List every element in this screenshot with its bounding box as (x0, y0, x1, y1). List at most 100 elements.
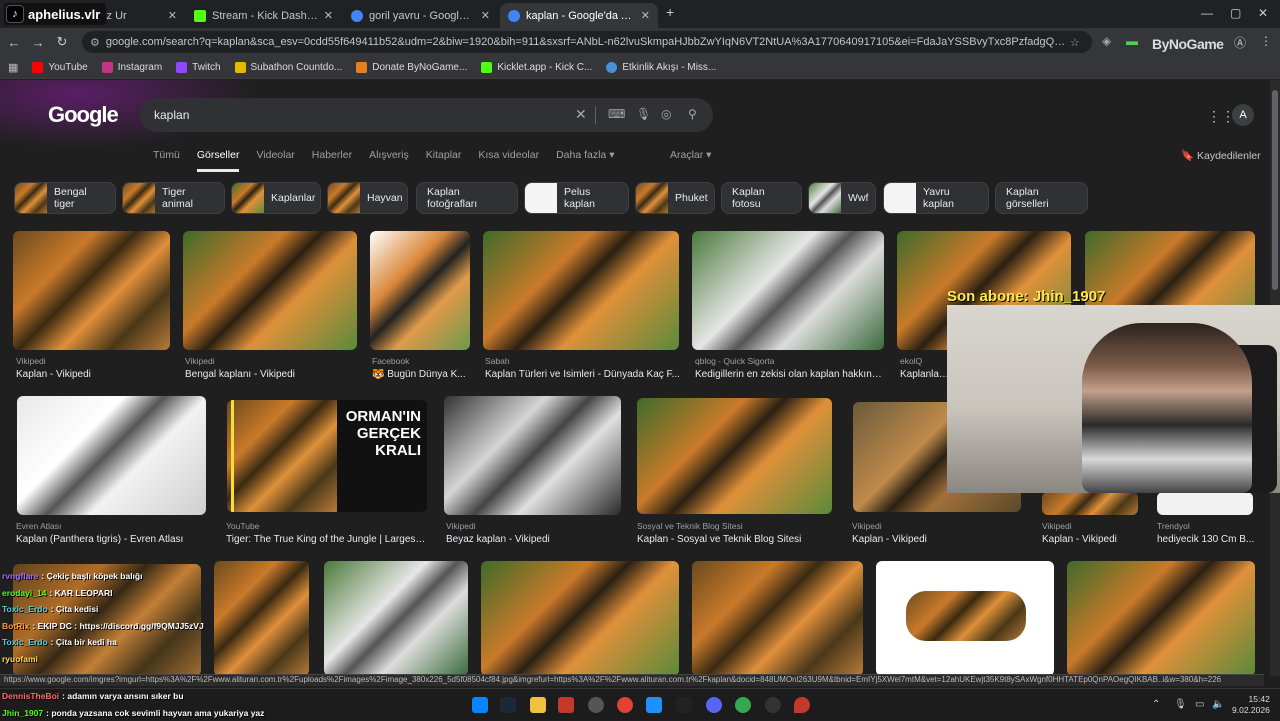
tools-button[interactable]: Araçlar ▾ (670, 149, 711, 161)
bookmark-instagram[interactable]: Instagram (102, 62, 162, 73)
image-result[interactable] (876, 561, 1054, 676)
result-title[interactable]: Bengal kaplanı - Vikipedi (185, 369, 355, 380)
result-title[interactable]: 🐯 Bugün Dünya K... (372, 369, 472, 380)
close-icon[interactable]: ✕ (324, 9, 333, 22)
image-result[interactable] (1067, 561, 1255, 676)
chip-kaplan-fotograflari[interactable]: Kaplan fotoğrafları (416, 182, 518, 214)
chip-wwf[interactable]: Wwf (808, 182, 876, 214)
result-title[interactable]: Kaplan - Vikipedi (1042, 534, 1142, 545)
map-pin-icon[interactable] (794, 697, 810, 713)
image-result[interactable] (692, 231, 884, 350)
chip-hayvan[interactable]: Hayvan (327, 182, 408, 214)
image-result[interactable] (183, 231, 357, 350)
minimize-icon[interactable]: — (1201, 6, 1213, 20)
tab-goril-search[interactable]: goril yavru - Google'da Ara ✕ (343, 3, 498, 28)
chip-yavru-kaplan[interactable]: Yavru kaplan (883, 182, 989, 214)
close-icon[interactable]: ✕ (641, 9, 650, 22)
address-bar[interactable]: ⚙ google.com/search?q=kaplan&sca_esv=0cd… (82, 31, 1092, 53)
chip-kaplanlar[interactable]: Kaplanlar (231, 182, 321, 214)
extension-icon[interactable]: ▬ (1126, 34, 1138, 48)
volume-icon[interactable]: 🔈 (1212, 699, 1224, 710)
tab-short-videos[interactable]: Kısa videolar (478, 149, 539, 172)
image-result[interactable] (692, 561, 863, 676)
bookmark-etkinlik[interactable]: Etkinlik Akışı - Miss... (606, 62, 716, 73)
windows-start-icon[interactable] (472, 697, 488, 713)
menu-icon[interactable]: ⋮ (1260, 34, 1272, 48)
chrome-icon[interactable] (735, 697, 751, 713)
chip-kaplan-gorselleri[interactable]: Kaplan görselleri (995, 182, 1088, 214)
network-icon[interactable]: ▭ (1195, 699, 1204, 710)
tab-more[interactable]: Daha fazla ▾ (556, 149, 614, 172)
close-window-icon[interactable]: ✕ (1258, 6, 1268, 20)
chip-bengal-tiger[interactable]: Bengal tiger (14, 182, 116, 214)
tab-shopping[interactable]: Alışveriş (369, 149, 409, 172)
youtube-thumbnail[interactable]: ORMAN'IN GERÇEK KRALI (227, 400, 427, 512)
chip-phuket[interactable]: Phuket (635, 182, 715, 214)
star-icon[interactable]: ☆ (1070, 36, 1080, 49)
chip-pelus-kaplan[interactable]: Pelus kaplan (524, 182, 629, 214)
system-clock[interactable]: 15:42 9.02.2026 (1232, 694, 1270, 716)
search-icon[interactable]: ⚲ (688, 107, 697, 121)
maximize-icon[interactable]: ▢ (1230, 6, 1241, 20)
app-icon[interactable] (676, 697, 692, 713)
image-result[interactable] (637, 398, 832, 514)
keyboard-icon[interactable]: ⌨ (608, 107, 625, 121)
bookmark-youtube[interactable]: YouTube (32, 62, 87, 73)
file-explorer-icon[interactable] (530, 697, 546, 713)
avatar[interactable]: A (1232, 104, 1254, 126)
chevron-up-icon[interactable]: ⌃ (1152, 699, 1160, 710)
apps-grid-icon[interactable]: ▦ (8, 61, 18, 74)
new-tab-button[interactable]: + (666, 4, 674, 20)
bookmark-kicklet[interactable]: Kicklet.app - Kick C... (481, 62, 592, 73)
app-icon[interactable] (646, 697, 662, 713)
microphone-icon[interactable]: 🎙 (636, 107, 651, 121)
microphone-icon[interactable]: 🎙 (1174, 699, 1187, 710)
result-title[interactable]: Tiger: The True King of the Jungle | Lar… (226, 534, 426, 545)
tab-news[interactable]: Haberler (312, 149, 352, 172)
scrollbar-thumb[interactable] (1272, 90, 1278, 290)
search-input[interactable]: kaplan (154, 108, 189, 122)
result-title[interactable]: Beyaz kaplan - Vikipedi (446, 534, 621, 545)
clear-icon[interactable]: ✕ (575, 106, 587, 123)
result-title[interactable]: Kaplanların (900, 369, 950, 380)
forward-icon[interactable]: → (26, 35, 50, 50)
image-result[interactable] (370, 231, 470, 350)
result-title[interactable]: Kaplan - Vikipedi (16, 369, 166, 380)
close-icon[interactable]: ✕ (481, 9, 490, 22)
steam-icon[interactable] (500, 697, 516, 713)
result-title[interactable]: Kedigillerin en zekisi olan kaplan hakkı… (695, 369, 885, 380)
image-result[interactable] (13, 231, 170, 350)
bookmark-subathon[interactable]: Subathon Countdo... (235, 62, 343, 73)
image-result[interactable] (1042, 492, 1138, 515)
bookmark-twitch[interactable]: Twitch (176, 62, 220, 73)
bynogame-extension[interactable]: ByNoGame (1152, 36, 1223, 52)
lens-icon[interactable]: ◎ (661, 107, 671, 121)
chrome-icon[interactable] (617, 697, 633, 713)
reload-icon[interactable]: ↻ (50, 34, 74, 50)
obs-icon[interactable] (588, 697, 604, 713)
image-result[interactable] (17, 396, 206, 515)
result-title[interactable]: Kaplan Türleri ve İsimleri - Dünyada Kaç… (485, 369, 681, 380)
image-result[interactable] (444, 396, 621, 515)
result-title[interactable]: Kaplan - Sosyal ve Teknik Blog Sitesi (637, 534, 833, 545)
tab-all[interactable]: Tümü (153, 149, 180, 172)
tab-videos[interactable]: Videolar (256, 149, 294, 172)
image-result[interactable] (324, 561, 468, 676)
image-result[interactable] (481, 561, 679, 676)
discord-icon[interactable] (706, 697, 722, 713)
result-title[interactable]: hediyecik 130 Cm B... (1157, 534, 1257, 545)
app-icon[interactable] (765, 697, 781, 713)
extension-icon[interactable]: ◈ (1102, 34, 1111, 48)
back-icon[interactable]: ← (2, 35, 26, 50)
app-icon[interactable] (558, 697, 574, 713)
google-logo[interactable]: Google (48, 102, 118, 128)
chip-kaplan-fotosu[interactable]: Kaplan fotosu (721, 182, 802, 214)
saved-button[interactable]: 🔖 Kaydedilenler (1181, 149, 1261, 162)
result-title[interactable]: Kaplan - Vikipedi (852, 534, 1020, 545)
tab-kaplan-search[interactable]: kaplan - Google'da Ara ✕ (500, 3, 658, 28)
close-icon[interactable]: ✕ (168, 9, 177, 22)
result-title[interactable]: Kaplan (Panthera tigris) - Evren Atlası (16, 534, 206, 545)
image-result[interactable] (1157, 492, 1253, 515)
image-result[interactable] (483, 231, 679, 350)
bookmark-donate[interactable]: Donate ByNoGame... (356, 62, 467, 73)
